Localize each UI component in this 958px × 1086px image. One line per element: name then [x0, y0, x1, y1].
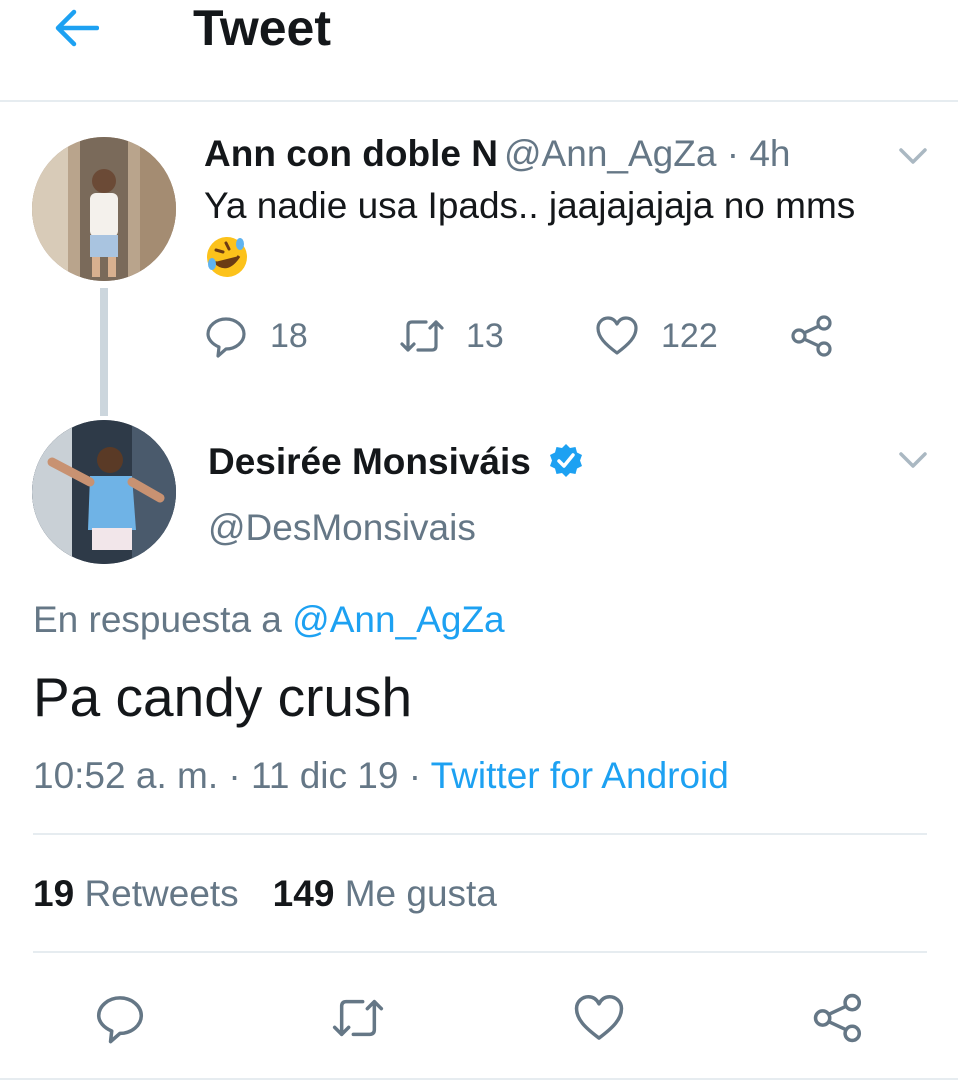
tweet-source-link[interactable]: Twitter for Android: [431, 755, 729, 796]
share-icon: [813, 993, 862, 1043]
reply-prefix: En respuesta a: [33, 599, 293, 640]
meta-separator: ·: [228, 755, 241, 796]
avatar-photo: [32, 137, 176, 281]
top-bar: [0, 0, 958, 102]
retweet-count: 19: [33, 873, 75, 914]
parent-reply-button[interactable]: 18: [204, 314, 308, 358]
parent-reply-count: 18: [270, 317, 308, 355]
thread-connector: [100, 288, 108, 416]
retweet-label: Retweets: [84, 873, 239, 914]
reply-icon: [96, 996, 144, 1044]
rolling-on-floor-laughing-icon: [204, 234, 250, 280]
tweet-time: 10:52 a. m.: [33, 755, 219, 796]
tweet-date: 11 dic 19: [251, 755, 399, 796]
verified-badge-icon: [547, 442, 585, 480]
reply-to-mention[interactable]: @Ann_AgZa: [292, 599, 504, 640]
retweet-icon: [332, 999, 384, 1037]
parent-tweet-text: Ya nadie usa Ipads.. jaajajajaja no mms: [204, 185, 856, 226]
parent-retweet-button[interactable]: 13: [398, 314, 504, 358]
like-count: 149: [272, 873, 335, 914]
reply-icon: [206, 317, 246, 358]
tweet-menu-button[interactable]: [896, 448, 930, 472]
engagement-stats: 19 Retweets 149 Me gusta: [33, 872, 497, 916]
author-display-name[interactable]: Desirée Monsiváis: [208, 440, 531, 484]
parent-time: 4h: [749, 133, 791, 174]
parent-handle[interactable]: @Ann_AgZa: [504, 133, 716, 174]
avatar[interactable]: [32, 137, 176, 281]
like-label: Me gusta: [344, 873, 497, 914]
page-title: Tweet: [193, 0, 331, 56]
parent-meta: @Ann_AgZa · 4h: [504, 132, 790, 176]
parent-like-button[interactable]: 122: [595, 314, 718, 358]
parent-like-count: 122: [661, 317, 718, 355]
divider: [33, 833, 927, 835]
share-button[interactable]: [810, 990, 866, 1046]
share-icon: [791, 315, 832, 357]
reply-button[interactable]: [92, 990, 148, 1046]
back-arrow-icon: [55, 9, 99, 47]
retweet-button[interactable]: [330, 990, 386, 1046]
parent-retweet-count: 13: [466, 317, 504, 355]
divider: [0, 1078, 958, 1080]
retweets-stat[interactable]: 19 Retweets: [33, 873, 239, 914]
parent-share-button[interactable]: [790, 314, 834, 358]
chevron-down-icon: [899, 148, 927, 164]
retweet-icon: [400, 320, 444, 352]
avatar[interactable]: [32, 420, 176, 564]
tweet-timestamp: 10:52 a. m. · 11 dic 19 · Twitter for An…: [33, 754, 729, 798]
like-icon: [574, 994, 624, 1040]
meta-separator: ·: [726, 133, 740, 174]
tweet-text: Pa candy crush: [33, 666, 413, 728]
like-button[interactable]: [571, 990, 627, 1046]
divider: [33, 951, 927, 953]
meta-separator: ·: [408, 755, 422, 796]
parent-menu-button[interactable]: [896, 144, 930, 168]
parent-display-name[interactable]: Ann con doble N: [204, 132, 498, 176]
back-button[interactable]: [48, 2, 104, 54]
like-icon: [596, 316, 638, 355]
avatar-photo: [32, 420, 176, 564]
chevron-down-icon: [899, 452, 927, 468]
author-handle[interactable]: @DesMonsivais: [208, 506, 476, 550]
likes-stat[interactable]: 149 Me gusta: [273, 873, 497, 914]
reply-context: En respuesta a @Ann_AgZa: [33, 598, 505, 642]
